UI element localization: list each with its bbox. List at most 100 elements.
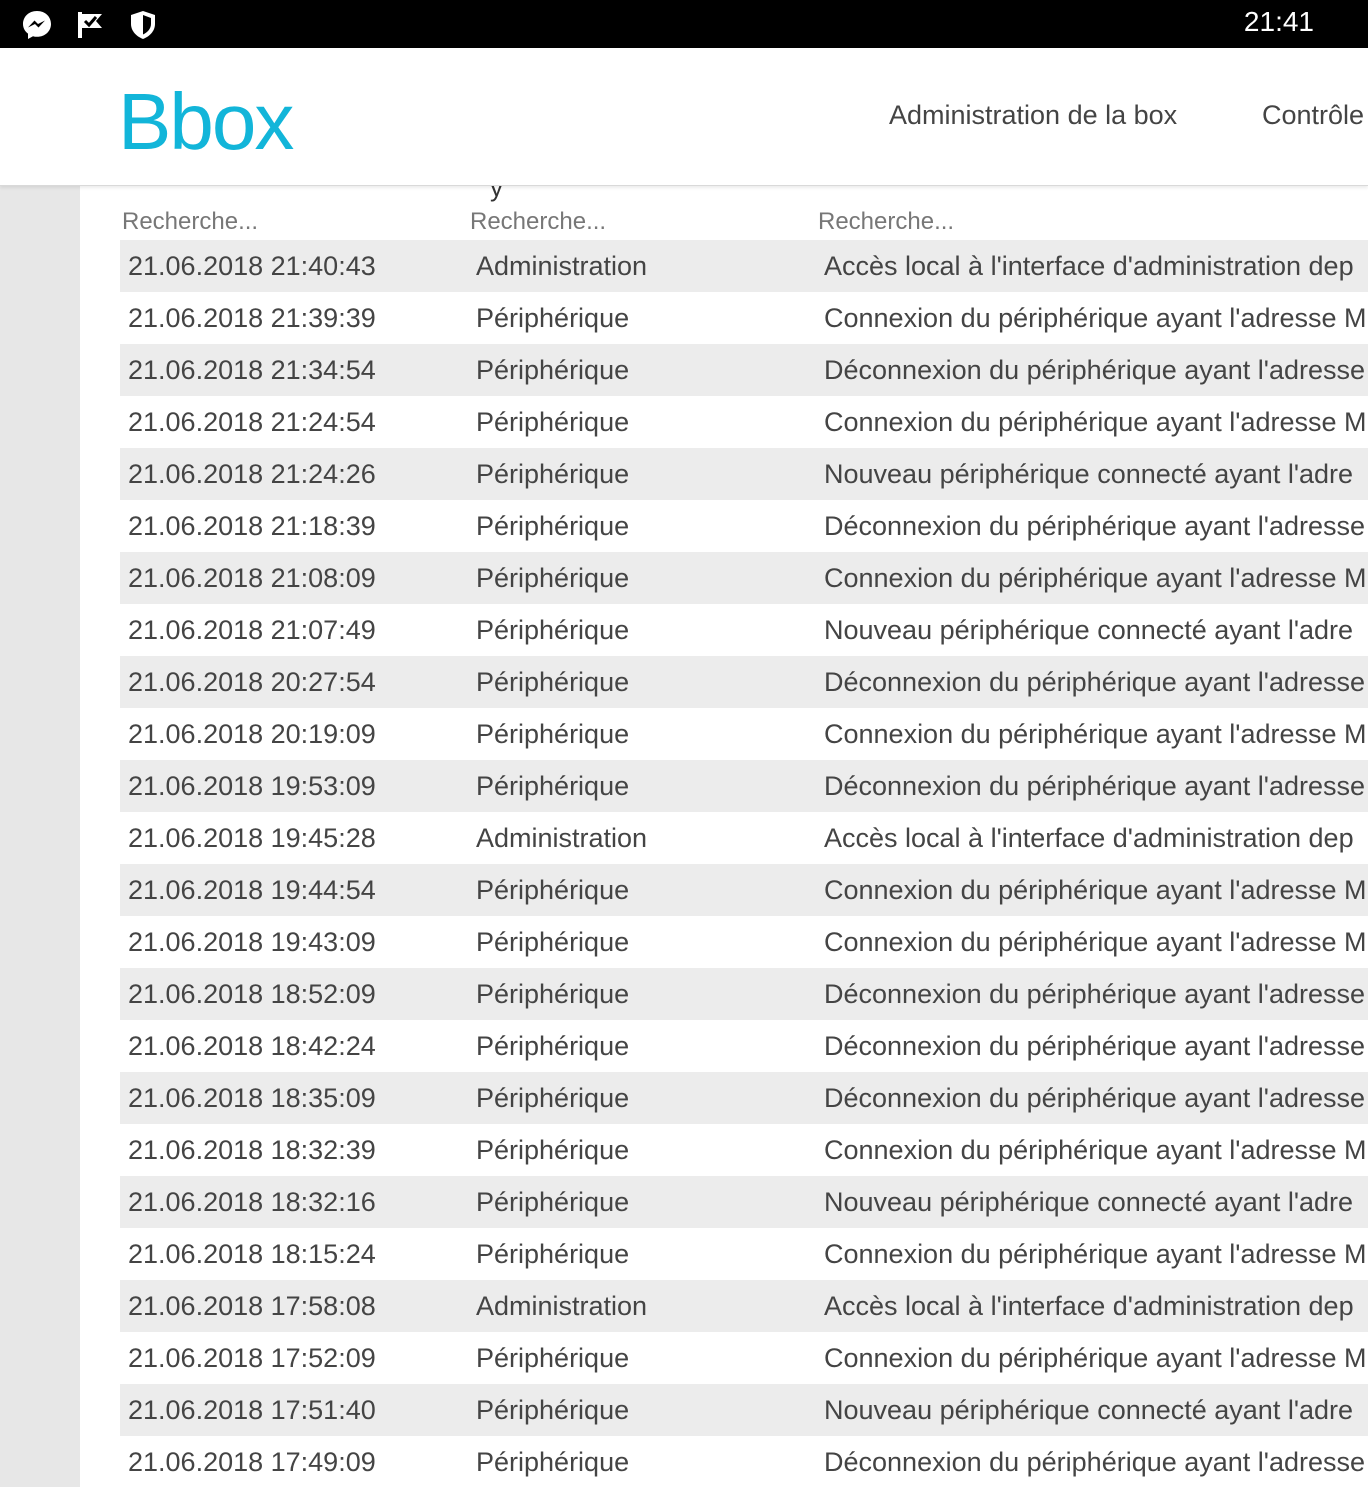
- log-date: 21.06.2018 18:42:24: [128, 1031, 376, 1061]
- table-row[interactable]: 21.06.2018 19:43:09 Périphérique Connexion…: [120, 916, 1368, 968]
- log-type: Administration: [476, 823, 648, 853]
- type-search-input[interactable]: [470, 204, 790, 240]
- table-row[interactable]: 21.06.2018 21:08:09 Périphérique Connexion…: [120, 552, 1368, 604]
- log-description: Connexion du périphérique ayant l'adress…: [824, 875, 1367, 905]
- log-description: Nouveau périphérique connecté ayant l'ad…: [824, 1395, 1354, 1425]
- log-description: Déconnexion du périphérique ayant l'adre…: [824, 1083, 1366, 1113]
- section-heading-partial: y: [490, 186, 503, 202]
- log-description: Connexion du périphérique ayant l'adress…: [824, 1239, 1367, 1269]
- left-gutter: [0, 186, 80, 1487]
- log-date: 21.06.2018 20:19:09: [128, 719, 376, 749]
- log-description: Déconnexion du périphérique ayant l'adre…: [824, 771, 1366, 801]
- log-description: Déconnexion du périphérique ayant l'adre…: [824, 1031, 1366, 1061]
- log-date: 21.06.2018 18:15:24: [128, 1239, 376, 1269]
- clock: 21:41: [1243, 6, 1314, 37]
- messenger-icon: [23, 11, 51, 39]
- table-row[interactable]: 21.06.2018 20:19:09 Périphérique Connexion…: [120, 708, 1368, 760]
- nav-administration[interactable]: Administration de la box: [889, 100, 1177, 131]
- log-date: 21.06.2018 17:49:09: [128, 1447, 376, 1477]
- table-row[interactable]: 21.06.2018 21:18:39 Périphérique Déconnexi…: [120, 500, 1368, 552]
- table-row[interactable]: 21.06.2018 21:40:43 Administration Accès l…: [120, 240, 1368, 292]
- log-type: Administration: [476, 251, 648, 281]
- log-description: Déconnexion du périphérique ayant l'adre…: [824, 355, 1366, 385]
- log-description: Connexion du périphérique ayant l'adress…: [824, 563, 1367, 593]
- log-date: 21.06.2018 17:52:09: [128, 1343, 376, 1373]
- log-type: Périphérique: [476, 511, 630, 541]
- table-row[interactable]: 21.06.2018 18:32:16 Périphérique Nouveau p…: [120, 1176, 1368, 1228]
- log-description: Nouveau périphérique connecté ayant l'ad…: [824, 459, 1354, 489]
- status-bar: 21:41: [0, 0, 1368, 48]
- table-row[interactable]: 21.06.2018 20:27:54 Périphérique Déconnexi…: [120, 656, 1368, 708]
- log-date: 21.06.2018 19:43:09: [128, 927, 376, 957]
- log-table: 21.06.2018 21:40:43 Administration Accès l…: [120, 240, 1368, 1487]
- log-date: 21.06.2018 21:34:54: [128, 355, 376, 385]
- log-date: 21.06.2018 18:35:09: [128, 1083, 376, 1113]
- log-type: Périphérique: [476, 979, 630, 1009]
- table-row[interactable]: 21.06.2018 21:34:54 Périphérique Déconnexi…: [120, 344, 1368, 396]
- table-row[interactable]: 21.06.2018 21:24:26 Périphérique Nouveau p…: [120, 448, 1368, 500]
- log-type: Périphérique: [476, 875, 630, 905]
- bbox-logo[interactable]: Bbox: [118, 82, 294, 162]
- log-type: Périphérique: [476, 1187, 630, 1217]
- log-description: Accès local à l'interface d'administrati…: [824, 1291, 1354, 1321]
- log-type: Périphérique: [476, 1239, 630, 1269]
- table-row[interactable]: 21.06.2018 21:39:39 Périphérique Connexion…: [120, 292, 1368, 344]
- log-description: Déconnexion du périphérique ayant l'adre…: [824, 511, 1366, 541]
- table-row[interactable]: 21.06.2018 17:51:40 Périphérique Nouveau p…: [120, 1384, 1368, 1436]
- log-date: 21.06.2018 21:07:49: [128, 615, 376, 645]
- log-date: 21.06.2018 21:24:54: [128, 407, 376, 437]
- log-date: 21.06.2018 17:51:40: [128, 1395, 376, 1425]
- log-description: Connexion du périphérique ayant l'adress…: [824, 927, 1367, 957]
- log-type: Périphérique: [476, 303, 630, 333]
- log-type: Périphérique: [476, 615, 630, 645]
- nav-controle[interactable]: Contrôle: [1262, 100, 1364, 131]
- shield-icon: [131, 11, 155, 39]
- log-description: Connexion du périphérique ayant l'adress…: [824, 303, 1367, 333]
- table-row[interactable]: 21.06.2018 18:32:39 Périphérique Connexion…: [120, 1124, 1368, 1176]
- log-type: Périphérique: [476, 719, 630, 749]
- log-type: Périphérique: [476, 1447, 630, 1477]
- log-description: Connexion du périphérique ayant l'adress…: [824, 1135, 1367, 1165]
- table-row[interactable]: 21.06.2018 21:07:49 Périphérique Nouveau p…: [120, 604, 1368, 656]
- table-row[interactable]: 21.06.2018 19:45:28 Administration Accès l…: [120, 812, 1368, 864]
- table-row[interactable]: 21.06.2018 18:42:24 Périphérique Déconnexi…: [120, 1020, 1368, 1072]
- search-row: [120, 204, 1368, 240]
- log-description: Déconnexion du périphérique ayant l'adre…: [824, 667, 1366, 697]
- table-row[interactable]: 21.06.2018 17:58:08 Administration Accès l…: [120, 1280, 1368, 1332]
- log-type: Périphérique: [476, 355, 630, 385]
- date-search-input[interactable]: [122, 204, 442, 240]
- log-type: Périphérique: [476, 563, 630, 593]
- table-row[interactable]: 21.06.2018 18:15:24 Périphérique Connexion…: [120, 1228, 1368, 1280]
- table-row[interactable]: 21.06.2018 18:52:09 Périphérique Déconnexi…: [120, 968, 1368, 1020]
- log-date: 21.06.2018 21:24:26: [128, 459, 376, 489]
- table-row[interactable]: 21.06.2018 18:35:09 Périphérique Déconnexi…: [120, 1072, 1368, 1124]
- log-date: 21.06.2018 17:58:08: [128, 1291, 376, 1321]
- log-date: 21.06.2018 21:18:39: [128, 511, 376, 541]
- table-row[interactable]: 21.06.2018 17:52:09 Périphérique Connexion…: [120, 1332, 1368, 1384]
- log-description: Connexion du périphérique ayant l'adress…: [824, 1343, 1367, 1373]
- table-row[interactable]: 21.06.2018 19:44:54 Périphérique Connexion…: [120, 864, 1368, 916]
- log-date: 21.06.2018 18:32:16: [128, 1187, 376, 1217]
- log-type: Périphérique: [476, 1083, 630, 1113]
- table-row[interactable]: 21.06.2018 17:49:09 Périphérique Déconnexi…: [120, 1436, 1368, 1487]
- log-type: Périphérique: [476, 1343, 630, 1373]
- log-type: Périphérique: [476, 1031, 630, 1061]
- table-row[interactable]: 21.06.2018 19:53:09 Périphérique Déconnexi…: [120, 760, 1368, 812]
- log-description: Connexion du périphérique ayant l'adress…: [824, 407, 1367, 437]
- description-search-input[interactable]: [818, 204, 1138, 240]
- log-type: Périphérique: [476, 459, 630, 489]
- log-description: Déconnexion du périphérique ayant l'adre…: [824, 1447, 1366, 1477]
- log-description: Accès local à l'interface d'administrati…: [824, 823, 1354, 853]
- log-description: Connexion du périphérique ayant l'adress…: [824, 719, 1367, 749]
- log-date: 21.06.2018 21:08:09: [128, 563, 376, 593]
- log-date: 21.06.2018 19:45:28: [128, 823, 376, 853]
- log-date: 21.06.2018 18:52:09: [128, 979, 376, 1009]
- log-type: Périphérique: [476, 927, 630, 957]
- log-date: 21.06.2018 19:53:09: [128, 771, 376, 801]
- log-description: Nouveau périphérique connecté ayant l'ad…: [824, 1187, 1354, 1217]
- table-row[interactable]: 21.06.2018 21:24:54 Périphérique Connexion…: [120, 396, 1368, 448]
- log-date: 21.06.2018 21:40:43: [128, 251, 376, 281]
- check-flag-icon: [78, 12, 102, 38]
- log-type: Périphérique: [476, 1395, 630, 1425]
- log-date: 21.06.2018 18:32:39: [128, 1135, 376, 1165]
